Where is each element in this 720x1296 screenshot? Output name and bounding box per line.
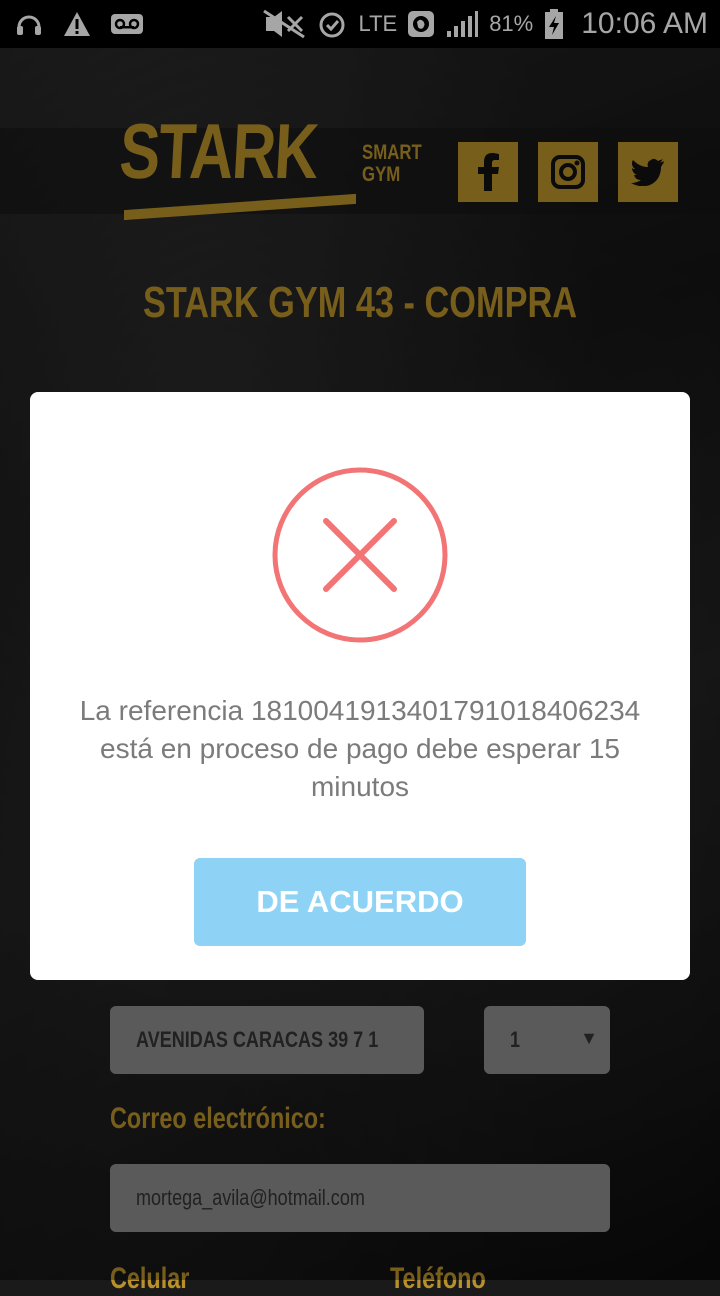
alert-dialog: La referencia 18100419134017910184062​34…	[30, 392, 690, 980]
error-x-icon	[272, 467, 448, 643]
alert-message: La referencia 18100419134017910184062​34…	[79, 695, 641, 802]
ok-button[interactable]: DE ACUERDO	[194, 858, 526, 946]
